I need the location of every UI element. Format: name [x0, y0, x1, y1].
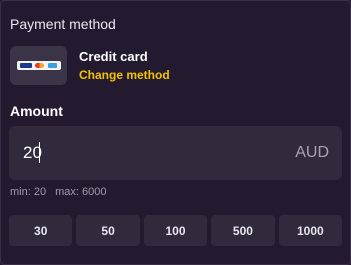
payment-method-heading: Payment method: [10, 16, 116, 32]
change-method-link[interactable]: Change method: [79, 68, 170, 82]
amount-limits: min: 20 max: 6000: [10, 186, 107, 198]
amex-logo-icon: [47, 63, 57, 68]
amount-label: Amount: [10, 103, 63, 119]
preset-amount-button[interactable]: 500: [211, 215, 275, 246]
mastercard-logo-icon: [35, 63, 45, 68]
card-logos-strip: [16, 61, 61, 70]
amount-input[interactable]: 20 AUD: [9, 126, 342, 180]
preset-amount-button[interactable]: 50: [76, 215, 140, 246]
payment-method-name: Credit card: [79, 49, 148, 64]
max-amount-text: max: 6000: [55, 186, 107, 198]
currency-label: AUD: [295, 144, 329, 161]
visa-logo-icon: [20, 63, 33, 68]
text-caret: [39, 142, 40, 163]
preset-amounts: 30 50 100 500 1000: [9, 215, 343, 246]
preset-amount-button[interactable]: 30: [9, 215, 73, 246]
preset-amount-button[interactable]: 1000: [278, 215, 343, 246]
credit-card-icon: [10, 46, 67, 85]
min-amount-text: min: 20: [10, 186, 47, 198]
payment-panel: Payment method Credit card Change method…: [0, 0, 351, 265]
preset-amount-button[interactable]: 100: [143, 215, 208, 246]
